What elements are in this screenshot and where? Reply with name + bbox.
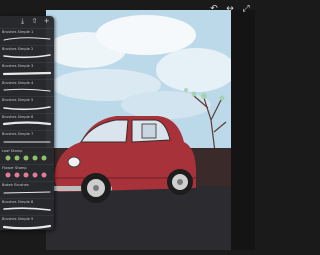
- stroke-path: [2, 121, 52, 126]
- brush-item[interactable]: Brushes Simple 7: [0, 130, 54, 147]
- brush-stroke-preview: [3, 106, 51, 111]
- stroke-path: [3, 88, 51, 92]
- brush-stroke-preview: [2, 224, 52, 230]
- cloud: [96, 15, 196, 55]
- brush-stroke-preview: [3, 54, 51, 59]
- stroke-path: [3, 191, 51, 194]
- brush-stroke-preview: [3, 37, 51, 41]
- artwork: [46, 10, 231, 250]
- brush-item[interactable]: Bokeh Brushes: [0, 181, 54, 198]
- stamp-mark: [5, 172, 11, 178]
- brush-item[interactable]: Flower Stamp: [0, 164, 54, 181]
- stamp-mark: [23, 155, 29, 161]
- drawing-canvas[interactable]: [46, 10, 231, 250]
- brush-item[interactable]: Brushes Simple 4: [0, 79, 54, 96]
- brush-stroke-preview: [2, 71, 52, 76]
- stroke-path: [3, 54, 51, 59]
- brush-item[interactable]: Brushes Simple 6: [0, 113, 54, 130]
- stroke-path: [2, 71, 52, 76]
- brush-list: Brushes Simple 1 Brushes Simple 2 Brushes …: [0, 28, 54, 230]
- redo-icon[interactable]: ↔: [225, 4, 235, 14]
- stroke-path: [3, 207, 51, 211]
- brush-item[interactable]: Leaf Stamp: [0, 147, 54, 164]
- stamp-mark: [14, 172, 20, 178]
- brush-item[interactable]: Brushes Simple 5: [0, 96, 54, 113]
- stamp-mark: [41, 155, 47, 161]
- stroke-path: [3, 106, 51, 111]
- expand-icon[interactable]: ⤢: [241, 4, 251, 14]
- brush-item[interactable]: Brushes Simple 8: [0, 198, 54, 215]
- cloud: [121, 91, 211, 119]
- right-rail: [231, 10, 255, 250]
- undo-icon[interactable]: ↶: [209, 4, 219, 14]
- brush-stroke-preview: [5, 155, 47, 161]
- import-icon[interactable]: ⤓: [19, 18, 26, 25]
- brush-stroke-preview: [2, 121, 52, 126]
- stamp-mark: [5, 155, 11, 161]
- stamp-mark: [14, 155, 20, 161]
- stroke-path: [2, 224, 52, 230]
- brush-stroke-preview: [3, 88, 51, 92]
- brush-stroke-preview: [3, 207, 51, 211]
- brush-item[interactable]: Brushes Simple 1: [0, 28, 54, 45]
- stamp-mark: [32, 172, 38, 178]
- brush-stroke-preview: [5, 172, 47, 178]
- stamp-mark: [23, 172, 29, 178]
- stamp-mark: [41, 172, 47, 178]
- top-toolbar: ↶ ↔ ⤢: [209, 4, 251, 14]
- brush-library-panel: ⤓ ⇧ + Brushes Simple 1 Brushes Simple 2 Br…: [0, 16, 54, 230]
- brush-item[interactable]: Brushes Simple 2: [0, 45, 54, 62]
- stroke-path: [3, 37, 51, 41]
- brush-item[interactable]: Brushes Simple 9: [0, 215, 54, 230]
- add-brush-icon[interactable]: +: [43, 18, 50, 25]
- brush-stroke-preview: [3, 141, 51, 143]
- brush-item[interactable]: Brushes Simple 3: [0, 62, 54, 79]
- stamp-mark: [32, 155, 38, 161]
- share-icon[interactable]: ⇧: [31, 18, 38, 25]
- brush-stroke-preview: [3, 191, 51, 194]
- road: [46, 186, 231, 250]
- brush-panel-header: ⤓ ⇧ +: [0, 16, 54, 28]
